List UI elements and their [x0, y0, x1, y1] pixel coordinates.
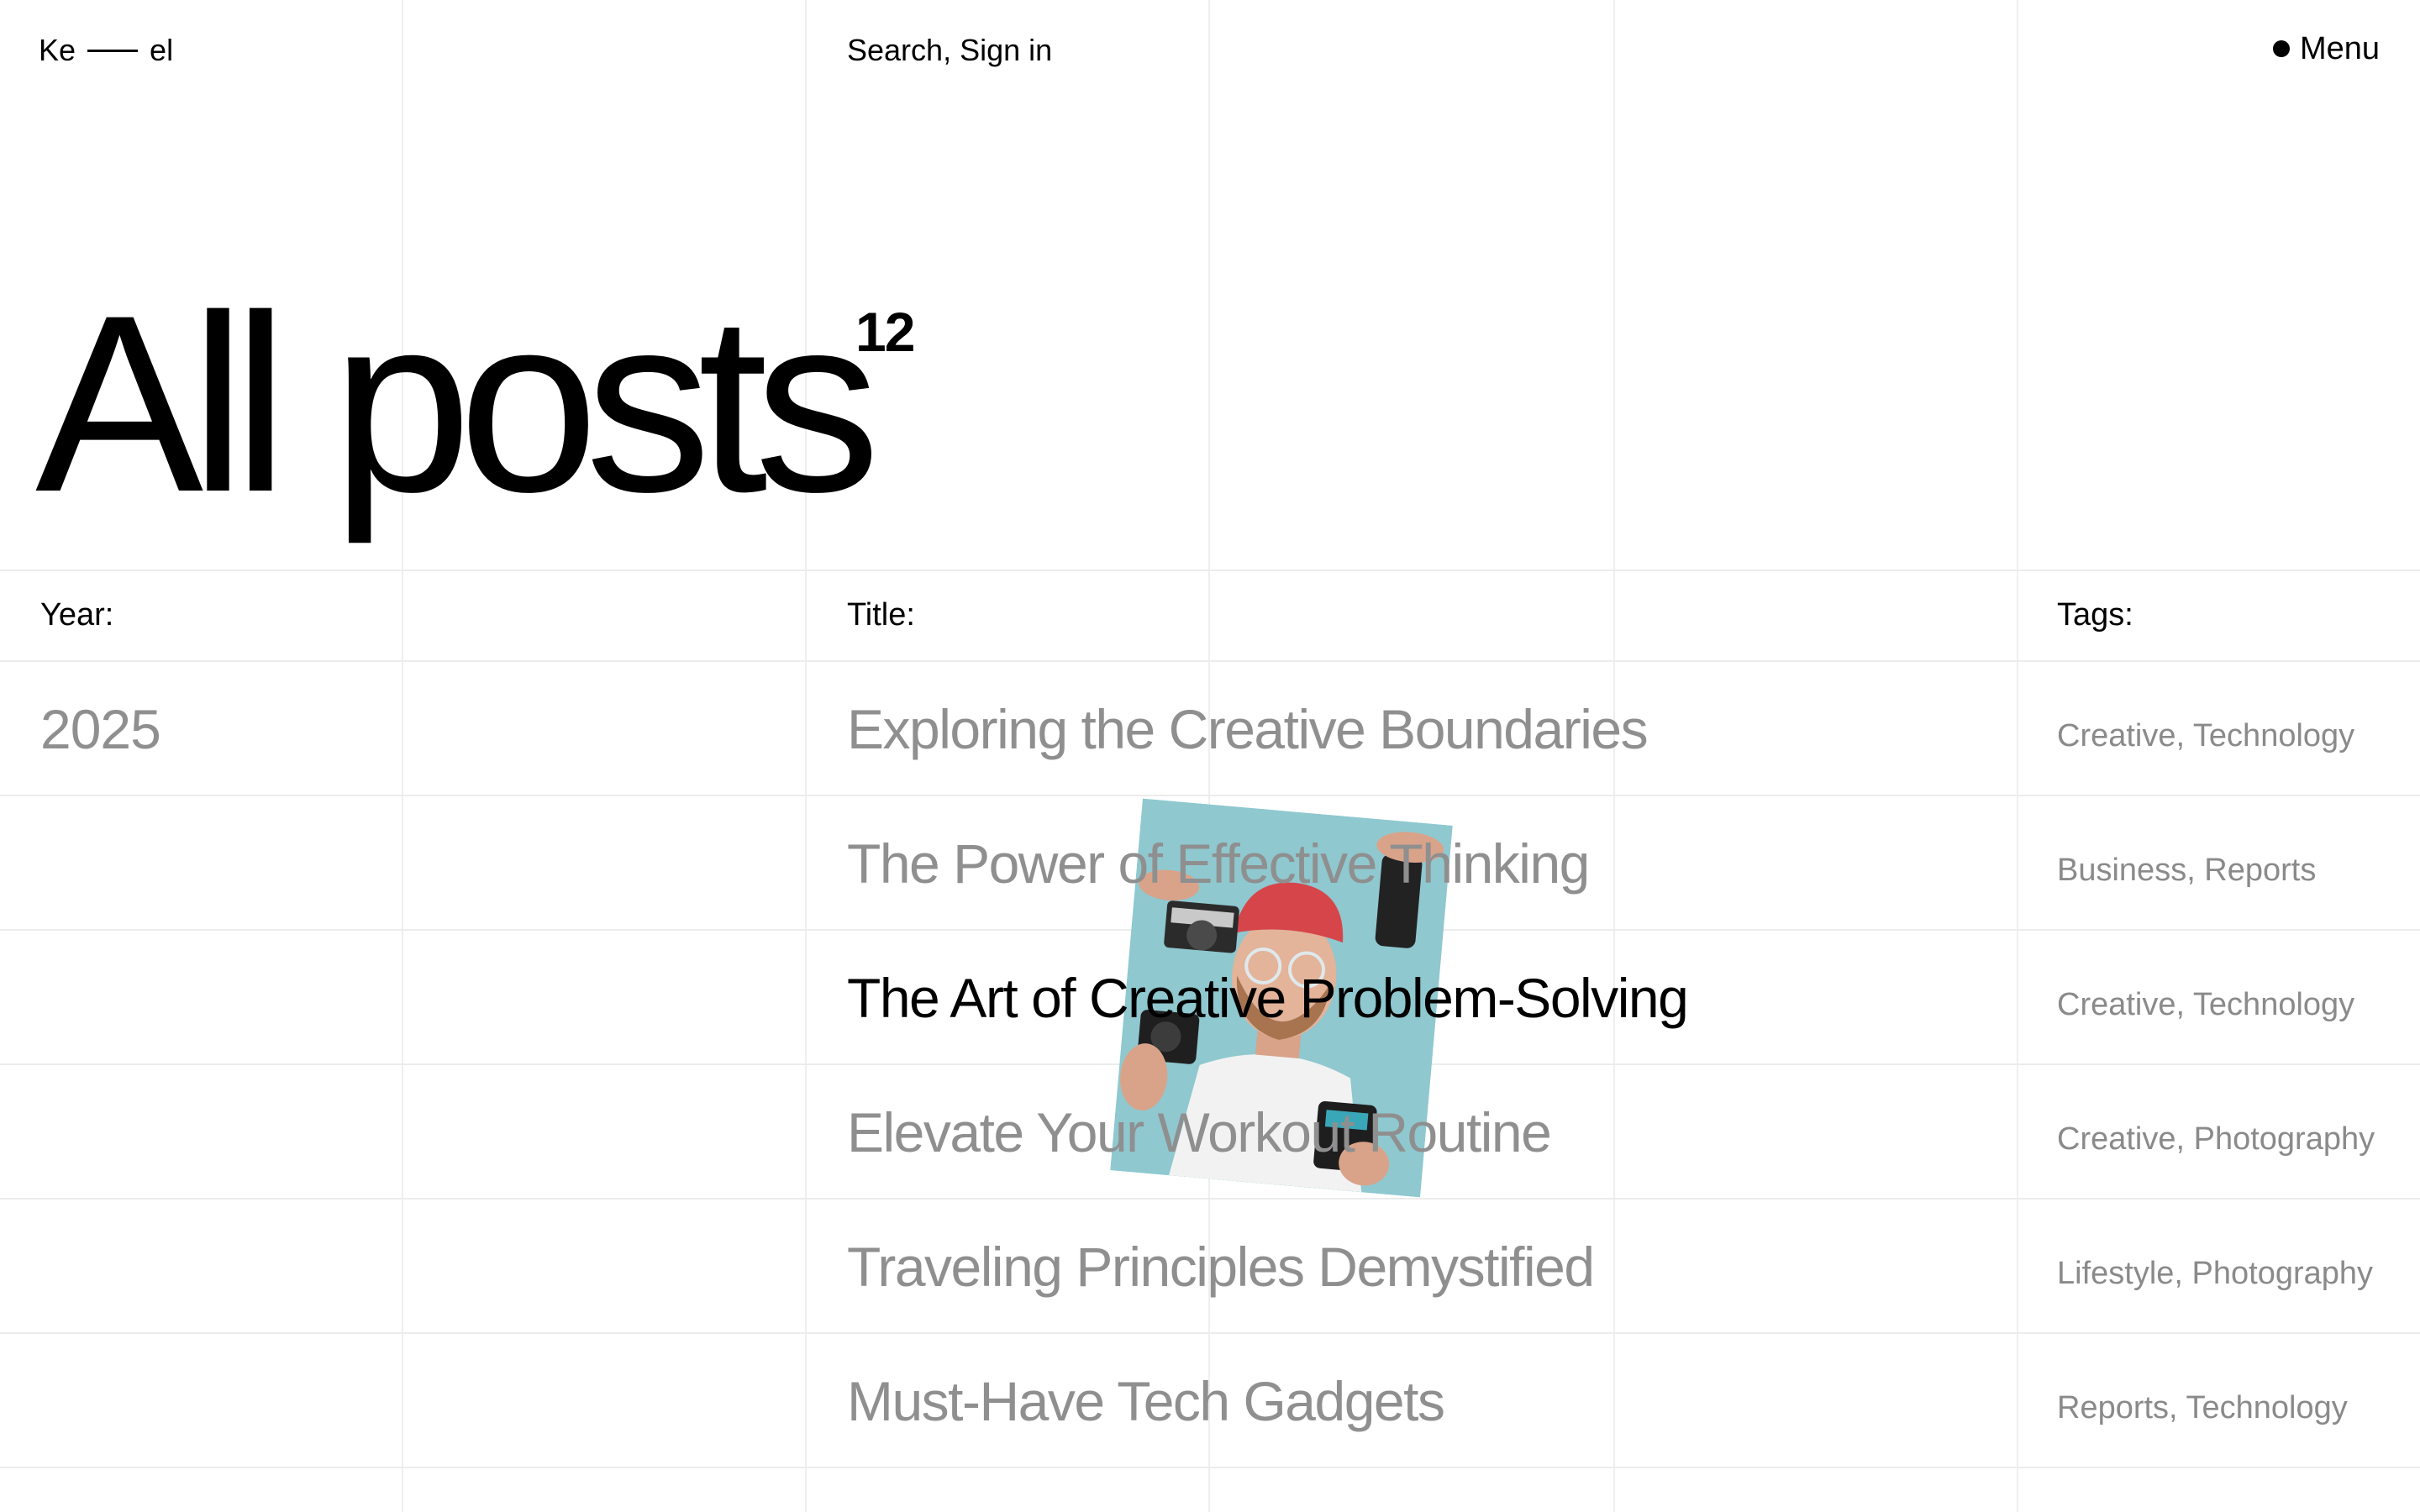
- column-header-title: Title:: [847, 597, 915, 633]
- grid-line: [402, 0, 403, 1512]
- page: Ke el Search , Sign in Menu All posts 12…: [0, 0, 2420, 1512]
- logo-text-left: Ke: [39, 33, 76, 67]
- post-tags: Reports, Technology: [2057, 1390, 2348, 1425]
- post-tags: Creative, Technology: [2057, 987, 2355, 1022]
- divider: [0, 795, 2420, 796]
- post-tags: Business, Reports: [2057, 853, 2317, 888]
- grid-line: [2017, 0, 2018, 1512]
- divider: [0, 1332, 2420, 1334]
- divider: [0, 1467, 2420, 1468]
- header-links: Search , Sign in: [847, 30, 1052, 71]
- post-title-link-active[interactable]: The Art of Creative Problem-Solving: [847, 964, 1689, 1032]
- post-title-link[interactable]: The Power of Effective Thinking: [847, 830, 1590, 897]
- site-logo[interactable]: Ke el: [39, 32, 173, 69]
- post-tags: Creative, Photography: [2057, 1121, 2375, 1157]
- post-title-link[interactable]: Traveling Principles Demystified: [847, 1233, 1595, 1300]
- menu-button[interactable]: Menu: [2272, 29, 2380, 69]
- post-title-link[interactable]: Exploring the Creative Boundaries: [847, 696, 1649, 763]
- menu-dot-icon: [2272, 40, 2290, 57]
- divider: [0, 570, 2420, 571]
- menu-label: Menu: [2299, 31, 2380, 66]
- logo-dash: [87, 49, 139, 52]
- post-tags: Lifestyle, Photography: [2057, 1256, 2374, 1291]
- post-title-link[interactable]: Elevate Your Workout Routine: [847, 1099, 1552, 1166]
- post-title-link[interactable]: Must-Have Tech Gadgets: [847, 1368, 1445, 1435]
- post-tags: Creative, Technology: [2057, 718, 2355, 753]
- sign-in-link[interactable]: Sign in: [960, 30, 1052, 71]
- search-link[interactable]: Search: [847, 30, 943, 71]
- column-header-year: Year:: [40, 597, 114, 633]
- divider: [0, 660, 2420, 662]
- logo-text-right: el: [150, 33, 174, 67]
- column-header-tags: Tags:: [2057, 597, 2133, 633]
- post-year: 2025: [40, 698, 161, 760]
- page-title: All posts: [35, 262, 881, 544]
- link-separator: ,: [943, 33, 960, 67]
- grid-line: [805, 0, 807, 1512]
- divider: [0, 1198, 2420, 1200]
- post-count: 12: [855, 301, 915, 363]
